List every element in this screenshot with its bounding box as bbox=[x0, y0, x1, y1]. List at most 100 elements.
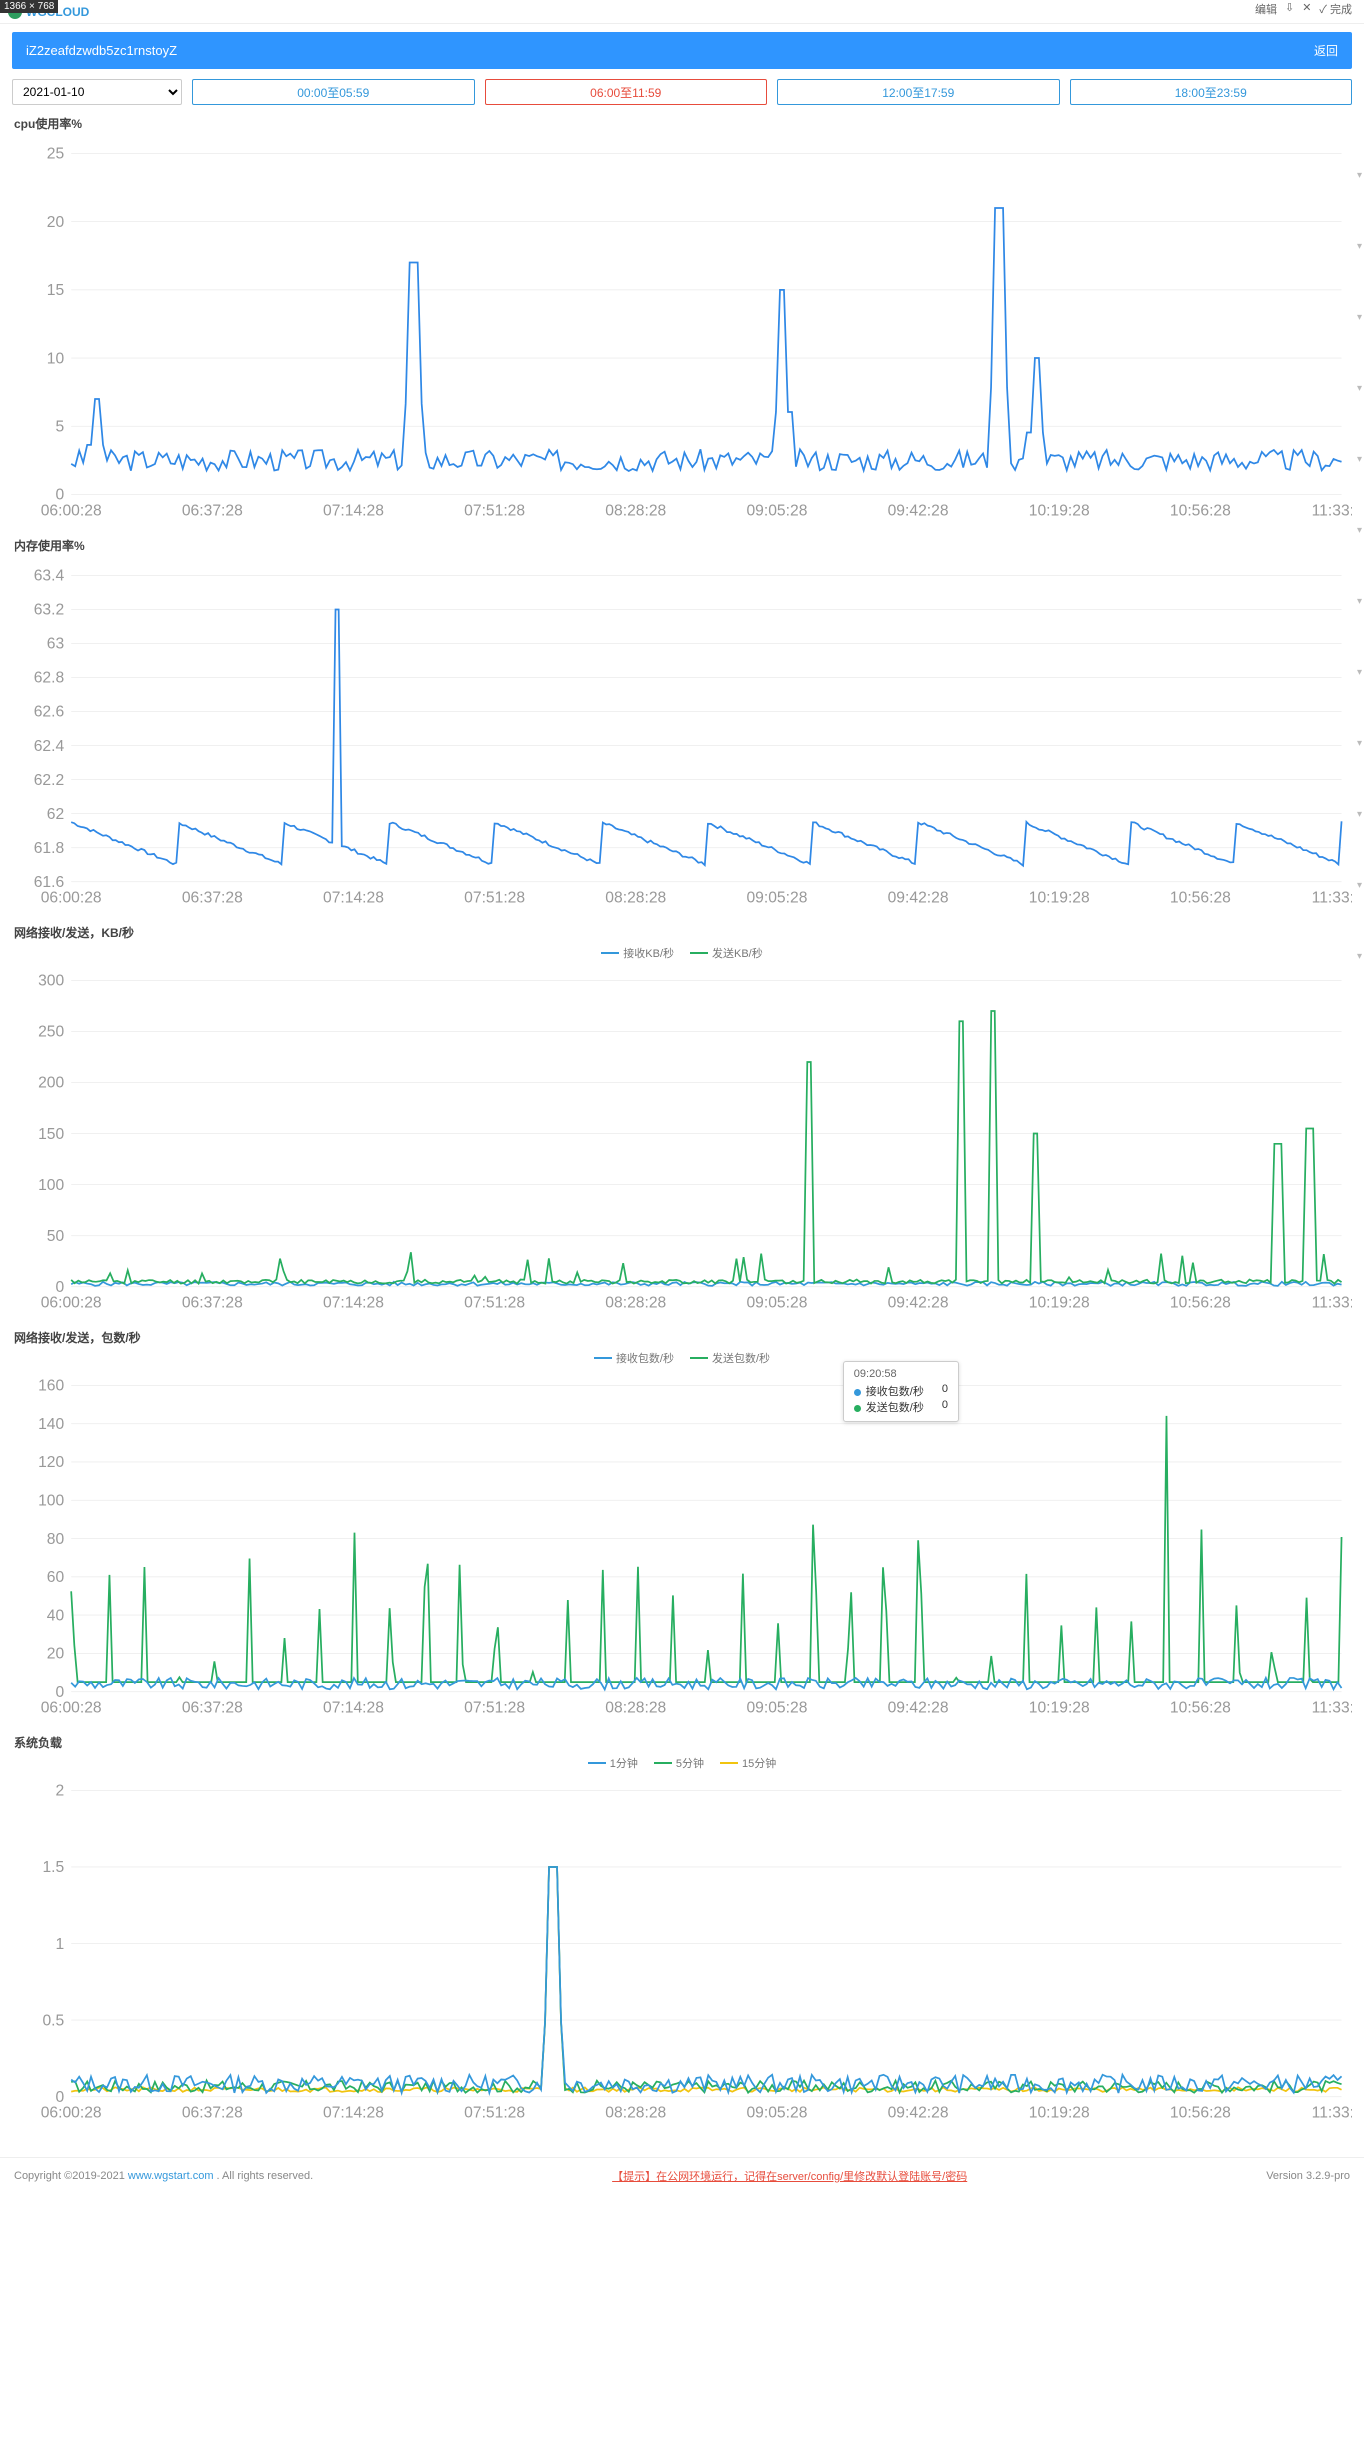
svg-text:07:51:28: 07:51:28 bbox=[464, 2105, 525, 2121]
svg-text:40: 40 bbox=[47, 1607, 65, 1624]
svg-text:11:33:58: 11:33:58 bbox=[1312, 2105, 1352, 2121]
back-link[interactable]: 返回 bbox=[1314, 42, 1338, 59]
svg-text:10:19:28: 10:19:28 bbox=[1029, 502, 1090, 518]
chart-title: 内存使用率% bbox=[14, 537, 1352, 554]
svg-text:09:05:28: 09:05:28 bbox=[746, 889, 807, 905]
svg-text:140: 140 bbox=[38, 1416, 64, 1433]
svg-text:07:51:28: 07:51:28 bbox=[464, 1294, 525, 1310]
chart-svg[interactable]: 051015202506:00:2806:37:2807:14:2807:51:… bbox=[12, 136, 1352, 519]
svg-text:06:37:28: 06:37:28 bbox=[182, 1294, 243, 1310]
svg-text:25: 25 bbox=[47, 146, 65, 163]
svg-text:63.2: 63.2 bbox=[34, 601, 64, 618]
svg-text:09:42:28: 09:42:28 bbox=[888, 2105, 949, 2121]
chart-netpk: 网络接收/发送，包数/秒接收包数/秒发送包数/秒0204060801001201… bbox=[12, 1329, 1352, 1716]
svg-text:100: 100 bbox=[38, 1492, 64, 1509]
svg-text:08:28:28: 08:28:28 bbox=[605, 1700, 666, 1716]
svg-text:10:56:28: 10:56:28 bbox=[1170, 1700, 1231, 1716]
svg-text:63: 63 bbox=[47, 636, 65, 653]
svg-text:150: 150 bbox=[38, 1126, 64, 1143]
copyright-text: Copyright ©2019-2021 bbox=[14, 2170, 128, 2182]
svg-text:08:28:28: 08:28:28 bbox=[605, 2105, 666, 2121]
svg-text:06:37:28: 06:37:28 bbox=[182, 2105, 243, 2121]
svg-text:08:28:28: 08:28:28 bbox=[605, 502, 666, 518]
svg-text:06:00:28: 06:00:28 bbox=[41, 889, 102, 905]
chart-svg[interactable]: 02040608010012014016006:00:2806:37:2807:… bbox=[12, 1368, 1352, 1716]
chart-legend: 1分钟5分钟15分钟 bbox=[12, 1755, 1352, 1771]
time-range-button-2[interactable]: 12:00至17:59 bbox=[777, 79, 1060, 105]
svg-text:06:00:28: 06:00:28 bbox=[41, 2105, 102, 2121]
svg-text:07:14:28: 07:14:28 bbox=[323, 502, 384, 518]
download-icon[interactable]: ⇩ bbox=[1285, 1, 1294, 17]
controls-row: 2021-01-10 00:00至05:59 06:00至11:59 12:00至1… bbox=[12, 79, 1352, 105]
footer: Copyright ©2019-2021 www.wgstart.com . A… bbox=[0, 2157, 1364, 2194]
svg-text:09:42:28: 09:42:28 bbox=[888, 1294, 949, 1310]
rights-text: . All rights reserved. bbox=[217, 2170, 314, 2182]
svg-text:09:42:28: 09:42:28 bbox=[888, 1700, 949, 1716]
chart-title: 网络接收/发送，KB/秒 bbox=[14, 924, 1352, 941]
svg-text:06:00:28: 06:00:28 bbox=[41, 1294, 102, 1310]
svg-text:20: 20 bbox=[47, 214, 65, 231]
svg-text:09:42:28: 09:42:28 bbox=[888, 502, 949, 518]
topbar: WGCLOUD 监控概要 / 主机列表 bbox=[0, 0, 1364, 24]
svg-text:62.8: 62.8 bbox=[34, 670, 65, 687]
chart-svg[interactable]: 61.661.86262.262.462.662.86363.263.406:0… bbox=[12, 558, 1352, 906]
time-range-button-0[interactable]: 00:00至05:59 bbox=[192, 79, 475, 105]
time-range-button-3[interactable]: 18:00至23:59 bbox=[1070, 79, 1353, 105]
chart-mem: 内存使用率%61.661.86262.262.462.662.86363.263… bbox=[12, 537, 1352, 906]
svg-text:11:33:58: 11:33:58 bbox=[1312, 502, 1352, 518]
svg-text:10:56:28: 10:56:28 bbox=[1170, 502, 1231, 518]
svg-text:10:19:28: 10:19:28 bbox=[1029, 2105, 1090, 2121]
svg-text:50: 50 bbox=[47, 1228, 65, 1245]
chart-legend: 接收KB/秒发送KB/秒 bbox=[12, 945, 1352, 961]
chart-svg[interactable]: 00.511.5206:00:2806:37:2807:14:2807:51:2… bbox=[12, 1773, 1352, 2121]
svg-text:160: 160 bbox=[38, 1378, 64, 1395]
done-button[interactable]: ✓ 完成 bbox=[1319, 1, 1352, 17]
svg-text:07:14:28: 07:14:28 bbox=[323, 2105, 384, 2121]
svg-text:62.6: 62.6 bbox=[34, 704, 65, 721]
svg-text:11:33:58: 11:33:58 bbox=[1312, 1294, 1352, 1310]
host-name: iZ2zeafdzwdb5zc1rnstoyZ bbox=[26, 43, 177, 58]
svg-text:07:51:28: 07:51:28 bbox=[464, 1700, 525, 1716]
date-select[interactable]: 2021-01-10 bbox=[12, 79, 182, 105]
svg-text:10:56:28: 10:56:28 bbox=[1170, 889, 1231, 905]
chart-title: 网络接收/发送，包数/秒 bbox=[14, 1329, 1352, 1346]
svg-text:80: 80 bbox=[47, 1531, 65, 1548]
svg-text:0: 0 bbox=[55, 1279, 64, 1296]
svg-text:1: 1 bbox=[55, 1936, 64, 1953]
svg-text:20: 20 bbox=[47, 1646, 65, 1663]
close-icon[interactable]: ✕ bbox=[1302, 1, 1311, 17]
svg-text:62.4: 62.4 bbox=[34, 738, 65, 755]
footer-site-link[interactable]: www.wgstart.com bbox=[128, 2170, 214, 2182]
svg-text:08:28:28: 08:28:28 bbox=[605, 889, 666, 905]
edit-button[interactable]: 编辑 bbox=[1255, 1, 1277, 17]
svg-text:06:37:28: 06:37:28 bbox=[182, 1700, 243, 1716]
svg-text:07:51:28: 07:51:28 bbox=[464, 889, 525, 905]
chart-svg[interactable]: 05010015020025030006:00:2806:37:2807:14:… bbox=[12, 963, 1352, 1311]
svg-text:11:33:58: 11:33:58 bbox=[1312, 889, 1352, 905]
svg-text:06:00:28: 06:00:28 bbox=[41, 1700, 102, 1716]
svg-text:10:19:28: 10:19:28 bbox=[1029, 1700, 1090, 1716]
svg-text:10:19:28: 10:19:28 bbox=[1029, 1294, 1090, 1310]
dimension-badge: 1366 × 768 bbox=[0, 0, 58, 13]
chart-legend: 接收包数/秒发送包数/秒 bbox=[12, 1350, 1352, 1366]
svg-text:1.5: 1.5 bbox=[42, 1859, 64, 1876]
time-range-button-1[interactable]: 06:00至11:59 bbox=[485, 79, 768, 105]
svg-text:07:14:28: 07:14:28 bbox=[323, 889, 384, 905]
svg-text:09:42:28: 09:42:28 bbox=[888, 889, 949, 905]
chart-netkb: 网络接收/发送，KB/秒接收KB/秒发送KB/秒0501001502002503… bbox=[12, 924, 1352, 1311]
svg-text:15: 15 bbox=[47, 282, 65, 299]
svg-text:2: 2 bbox=[55, 1783, 64, 1800]
chart-title: 系统负载 bbox=[14, 1734, 1352, 1751]
svg-text:61.6: 61.6 bbox=[34, 874, 65, 891]
svg-text:10: 10 bbox=[47, 350, 65, 367]
svg-text:06:00:28: 06:00:28 bbox=[41, 502, 102, 518]
svg-text:09:05:28: 09:05:28 bbox=[746, 502, 807, 518]
svg-text:200: 200 bbox=[38, 1075, 64, 1092]
footer-warning[interactable]: 【提示】在公网环境运行，记得在server/config/里修改默认登陆账号/密… bbox=[612, 2168, 967, 2184]
svg-text:10:19:28: 10:19:28 bbox=[1029, 889, 1090, 905]
window-toolbar: 编辑 ⇩ ✕ ✓ 完成 bbox=[1251, 0, 1356, 18]
svg-text:07:51:28: 07:51:28 bbox=[464, 502, 525, 518]
svg-text:06:37:28: 06:37:28 bbox=[182, 502, 243, 518]
chart-load: 系统负载1分钟5分钟15分钟00.511.5206:00:2806:37:280… bbox=[12, 1734, 1352, 2121]
svg-text:08:28:28: 08:28:28 bbox=[605, 1294, 666, 1310]
